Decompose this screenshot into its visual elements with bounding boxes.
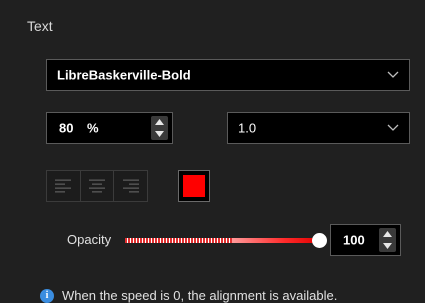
- alignment-button-group: [46, 170, 148, 202]
- caret-up-icon: [155, 119, 164, 125]
- align-center-icon: [89, 179, 105, 193]
- opacity-stepper[interactable]: 100: [330, 224, 401, 256]
- font-size-unit: %: [87, 120, 99, 136]
- opacity-slider-fill: [125, 238, 233, 243]
- font-family-value: LibreBaskerville-Bold: [57, 67, 191, 83]
- opacity-slider-track[interactable]: [125, 238, 320, 243]
- decrement-button[interactable]: [379, 240, 396, 252]
- opacity-spin-buttons: [379, 228, 396, 252]
- font-size-stepper[interactable]: 80 %: [46, 112, 173, 144]
- text-settings-panel: Text LibreBaskerville-Bold 80 % 1.0 Opac…: [0, 0, 425, 303]
- caret-up-icon: [383, 231, 392, 237]
- opacity-value: 100: [343, 232, 365, 248]
- opacity-slider-fill-strong: [232, 238, 320, 243]
- opacity-slider-thumb[interactable]: [312, 233, 327, 248]
- increment-button[interactable]: [379, 228, 396, 240]
- line-height-select[interactable]: 1.0: [227, 112, 410, 144]
- chevron-down-icon: [387, 71, 399, 78]
- increment-button[interactable]: [151, 116, 168, 128]
- align-right-icon: [122, 179, 139, 193]
- caret-down-icon: [155, 131, 164, 137]
- align-center-button[interactable]: [81, 171, 115, 201]
- text-color-picker[interactable]: [178, 170, 210, 202]
- font-family-select[interactable]: LibreBaskerville-Bold: [46, 59, 410, 91]
- caret-down-icon: [383, 243, 392, 249]
- color-swatch-fill: [183, 175, 205, 197]
- decrement-button[interactable]: [151, 128, 168, 140]
- chevron-down-icon: [387, 124, 399, 131]
- align-right-button[interactable]: [114, 171, 147, 201]
- font-size-spin-buttons: [151, 116, 168, 140]
- opacity-label: Opacity: [67, 232, 112, 247]
- font-size-value: 80: [59, 120, 74, 136]
- align-left-button[interactable]: [47, 171, 81, 201]
- info-message: When the speed is 0, the alignment is av…: [62, 288, 338, 303]
- section-title: Text: [27, 18, 53, 34]
- align-left-icon: [55, 179, 72, 193]
- info-icon: i: [40, 289, 54, 303]
- line-height-value: 1.0: [238, 120, 257, 136]
